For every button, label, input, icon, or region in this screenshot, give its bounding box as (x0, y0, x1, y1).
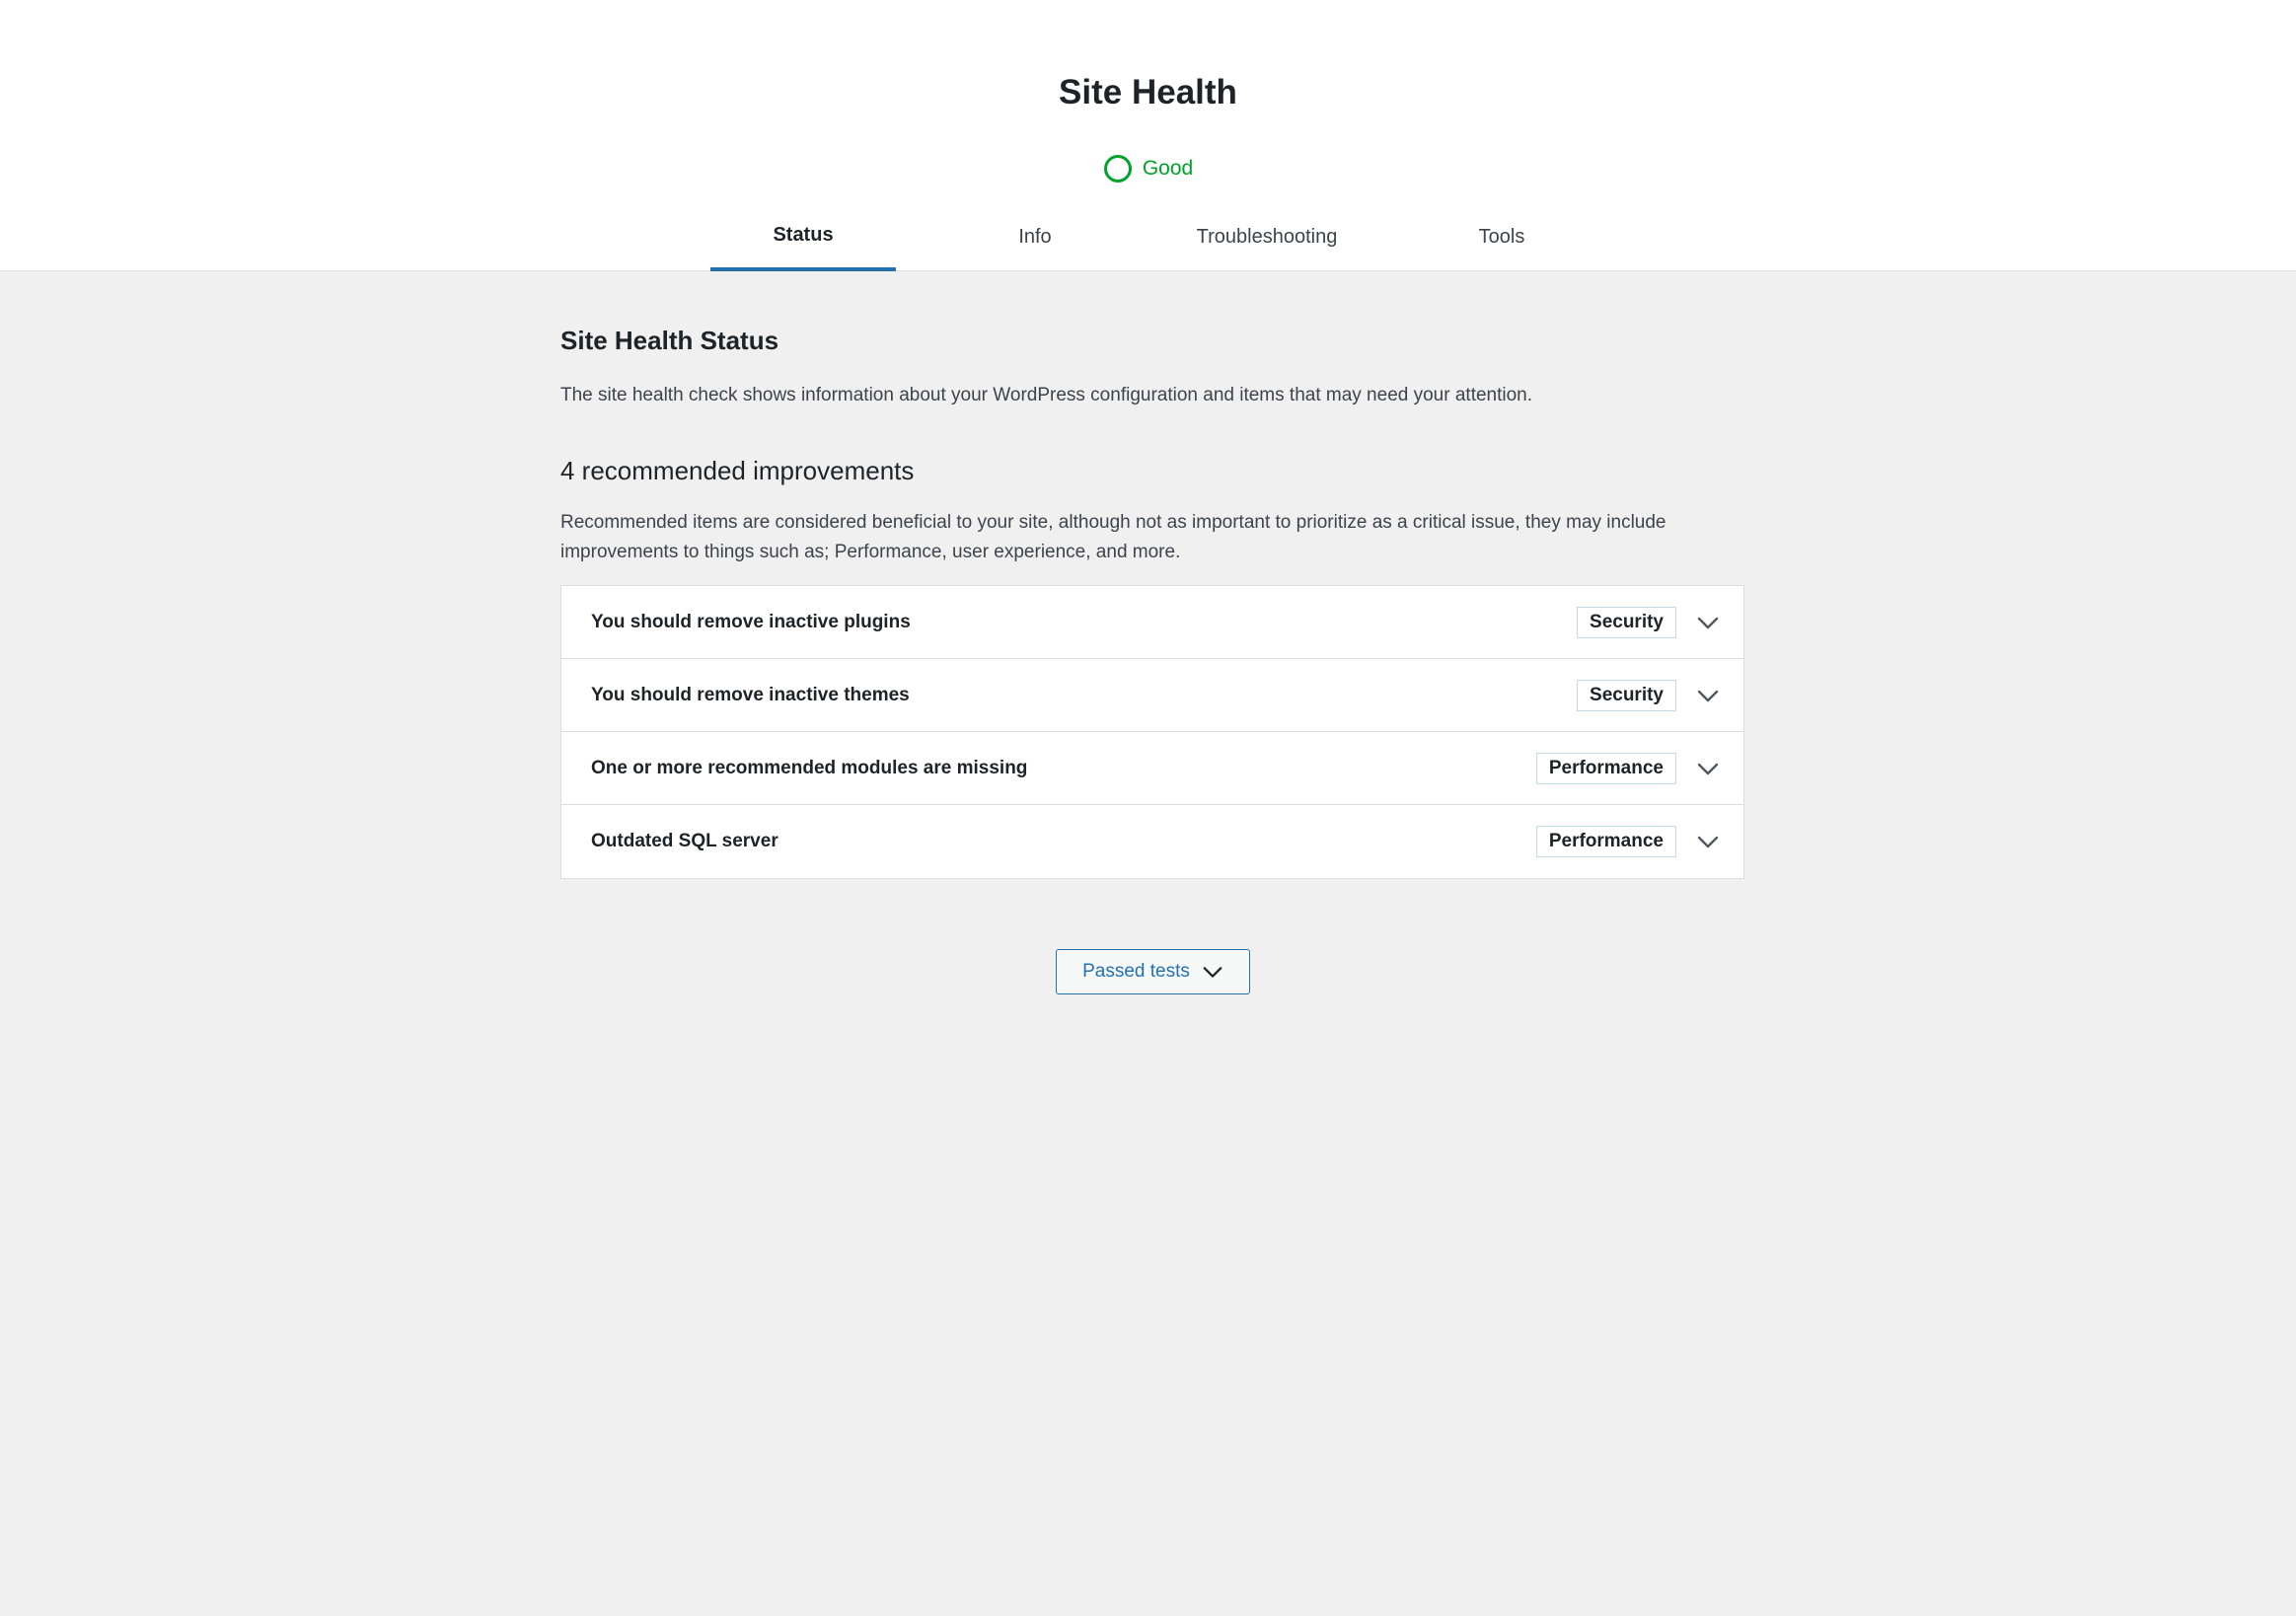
health-status: Good (0, 154, 2296, 184)
accordion-item-title: One or more recommended modules are miss… (591, 757, 1028, 778)
chevron-down-icon[interactable] (1696, 684, 1720, 707)
chevron-down-icon[interactable] (1696, 757, 1720, 780)
page-title: Site Health (1059, 73, 1237, 111)
section-description: The site health check shows information … (560, 385, 1533, 405)
section-title: Site Health Status (560, 326, 779, 355)
accordion-item-title: Outdated SQL server (591, 831, 778, 851)
tab-info[interactable]: Info (942, 202, 1128, 271)
accordion-item-title: You should remove inactive plugins (591, 611, 911, 632)
accordion-item-title: You should remove inactive themes (591, 684, 910, 705)
health-status-label: Good (1142, 157, 1194, 180)
health-progress-circle-icon (1103, 155, 1132, 183)
passed-tests-label: Passed tests (1082, 961, 1190, 982)
accordion-item[interactable]: Outdated SQL server Performance (561, 805, 1743, 878)
accordion-item[interactable]: You should remove inactive plugins Secur… (561, 586, 1743, 659)
category-badge: Performance (1535, 752, 1676, 784)
site-health-header: Site Health Good Status Info Troubleshoo… (0, 0, 2296, 271)
chevron-down-icon[interactable] (1696, 611, 1720, 634)
site-health-tabs: Status Info Troubleshooting Tools (0, 202, 2296, 271)
category-badge: Performance (1535, 826, 1676, 857)
passed-tests-button[interactable]: Passed tests (1056, 949, 1250, 994)
category-badge: Security (1577, 606, 1676, 638)
accordion-item[interactable]: You should remove inactive themes Securi… (561, 659, 1743, 732)
improvements-description: Recommended items are considered benefic… (560, 512, 1666, 562)
category-badge: Security (1577, 679, 1676, 711)
tab-troubleshooting[interactable]: Troubleshooting (1174, 202, 1360, 271)
tab-status[interactable]: Status (710, 202, 896, 271)
improvements-accordion: You should remove inactive plugins Secur… (560, 585, 1744, 879)
tab-tools[interactable]: Tools (1409, 202, 1594, 271)
improvements-title: 4 recommended improvements (560, 456, 915, 485)
chevron-down-icon[interactable] (1696, 830, 1720, 853)
accordion-item[interactable]: One or more recommended modules are miss… (561, 732, 1743, 805)
chevron-down-icon (1203, 967, 1222, 978)
